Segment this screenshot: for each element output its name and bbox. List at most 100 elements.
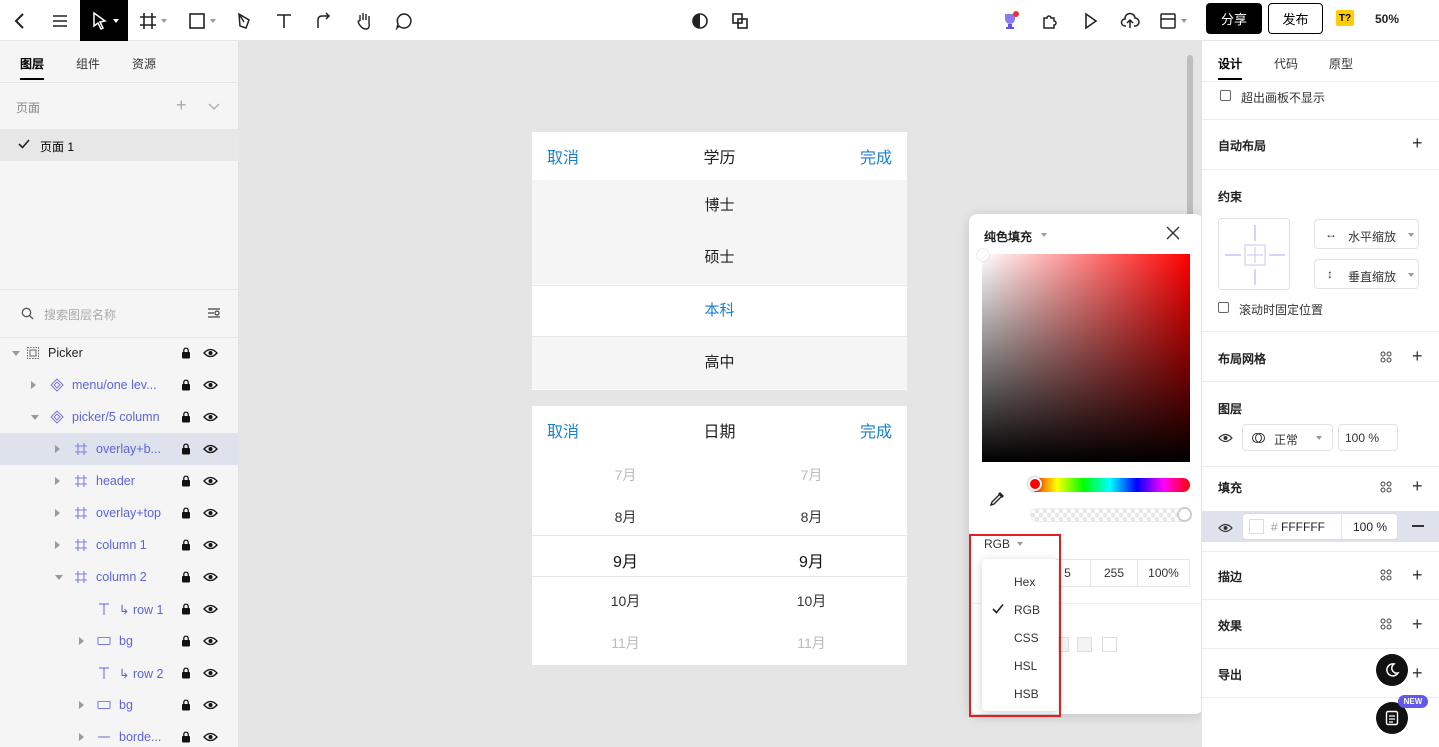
month-option-selected[interactable]: 9月 [718, 548, 905, 572]
constraint-widget[interactable] [1218, 218, 1290, 290]
clip-content-checkbox[interactable] [1220, 90, 1231, 101]
tab-assets[interactable]: 资源 [132, 55, 156, 72]
date-picker[interactable]: 取消 日期 完成 7月 8月 9月 10月 11月 7月 8月 9月 10月 1… [532, 406, 907, 665]
chevron-left-icon[interactable] [2, 0, 38, 41]
eye-icon[interactable] [203, 699, 218, 713]
lock-icon[interactable] [181, 539, 191, 554]
layer-row[interactable]: header [0, 465, 239, 497]
theme-toggle-button[interactable] [1376, 654, 1408, 686]
tab-layers[interactable]: 图层 [20, 55, 44, 72]
add-page-icon[interactable]: + [176, 96, 187, 114]
hamburger-icon[interactable] [42, 0, 78, 41]
expand-right-icon[interactable] [55, 445, 60, 453]
play-button[interactable] [1072, 0, 1108, 41]
layer-row[interactable]: picker/5 column [0, 401, 239, 433]
expand-right-icon[interactable] [31, 381, 36, 389]
stroke-styles-icon[interactable] [1380, 569, 1392, 584]
zoom-level[interactable]: 50% [1375, 12, 1399, 26]
upload-button[interactable] [1112, 0, 1148, 41]
color-swatch[interactable] [1102, 637, 1117, 652]
page-item[interactable]: 页面 1 [0, 129, 239, 161]
lock-icon[interactable] [181, 443, 191, 458]
done-button[interactable]: 完成 [860, 418, 892, 442]
lock-icon[interactable] [181, 635, 191, 650]
mask-button[interactable] [682, 0, 718, 41]
fill-styles-icon[interactable] [1380, 481, 1392, 496]
layer-row[interactable]: borde... [0, 721, 239, 747]
expand-right-icon[interactable] [55, 477, 60, 485]
picker-option[interactable]: 博士 [532, 180, 907, 232]
text-tool-button[interactable] [266, 0, 302, 41]
month-option[interactable]: 8月 [718, 507, 905, 527]
menu-item-hsb[interactable]: HSB [982, 679, 1058, 707]
ai-assistant-button[interactable] [992, 0, 1028, 41]
month-option[interactable]: 7月 [718, 465, 905, 485]
eye-icon[interactable] [203, 411, 218, 425]
add-effect-icon[interactable]: + [1412, 615, 1423, 633]
layout-button[interactable] [1154, 0, 1190, 41]
layer-row[interactable]: ↳ row 1 [0, 593, 239, 625]
frame-tool-button[interactable] [134, 0, 170, 41]
month-option[interactable]: 8月 [532, 507, 719, 527]
pen-tool-button[interactable] [226, 0, 262, 41]
layer-row[interactable]: column 1 [0, 529, 239, 561]
fill-color-input[interactable]: # FFFFFF 100 % [1242, 513, 1398, 540]
expand-right-icon[interactable] [79, 733, 84, 741]
fill-opacity-value[interactable]: 100 % [1353, 520, 1387, 534]
lock-icon[interactable] [181, 475, 191, 490]
lock-icon[interactable] [181, 699, 191, 714]
publish-button[interactable]: 发布 [1268, 3, 1323, 34]
eyedropper-icon[interactable] [989, 490, 1006, 510]
shape-tool-button[interactable] [183, 0, 219, 41]
expand-down-icon[interactable] [55, 575, 63, 580]
layer-opacity-input[interactable]: 100 % [1338, 424, 1398, 451]
eye-icon[interactable] [203, 603, 218, 617]
month-option[interactable]: 11月 [532, 633, 719, 653]
eye-icon[interactable] [203, 539, 218, 553]
lock-icon[interactable] [181, 571, 191, 586]
eye-icon[interactable] [203, 731, 218, 745]
color-picker-handle[interactable] [977, 249, 989, 261]
caret-down-icon[interactable] [1041, 233, 1047, 237]
layer-row[interactable]: ↳ row 2 [0, 657, 239, 689]
layer-row[interactable]: bg [0, 625, 239, 657]
eye-icon[interactable] [203, 635, 218, 649]
done-button[interactable]: 完成 [860, 144, 892, 168]
layer-row[interactable]: column 2 [0, 561, 239, 593]
color-value-field[interactable]: 255 [1090, 559, 1138, 587]
opacity-slider-handle[interactable] [1177, 507, 1192, 522]
chevron-down-icon[interactable] [208, 100, 220, 114]
month-option[interactable]: 10月 [718, 591, 905, 611]
menu-item-css[interactable]: CSS [982, 623, 1058, 651]
close-icon[interactable] [1166, 226, 1180, 243]
tab-design[interactable]: 设计 [1218, 55, 1242, 72]
lock-icon[interactable] [181, 507, 191, 522]
menu-item-hex[interactable]: Hex [982, 567, 1058, 595]
expand-down-icon[interactable] [31, 415, 39, 420]
expand-right-icon[interactable] [55, 541, 60, 549]
eye-icon[interactable] [203, 443, 218, 457]
fill-type-dropdown[interactable]: 纯色填充 [984, 228, 1032, 245]
layer-row[interactable]: overlay+top [0, 497, 239, 529]
picker-option[interactable]: 硕士 [532, 232, 907, 284]
lock-icon[interactable] [181, 347, 191, 362]
remove-fill-icon[interactable] [1412, 525, 1424, 527]
education-picker[interactable]: 取消 学历 完成 博士 硕士 本科 高中 [532, 132, 907, 390]
layer-row[interactable]: menu/one lev... [0, 369, 239, 401]
expand-right-icon[interactable] [55, 509, 60, 517]
add-export-icon[interactable]: + [1412, 664, 1423, 682]
menu-item-rgb[interactable]: RGB [982, 595, 1058, 623]
filter-icon[interactable] [207, 307, 221, 322]
color-swatch[interactable] [1077, 637, 1092, 652]
lock-icon[interactable] [181, 603, 191, 618]
month-option[interactable]: 10月 [532, 591, 719, 611]
month-option[interactable]: 11月 [718, 633, 905, 653]
fill-hex-value[interactable]: FFFFFF [1281, 520, 1325, 534]
eye-icon[interactable] [203, 347, 218, 361]
month-option[interactable]: 7月 [532, 465, 719, 485]
add-auto-layout-icon[interactable]: + [1412, 134, 1423, 152]
fill-color-swatch[interactable] [1249, 519, 1264, 534]
eye-icon[interactable] [203, 571, 218, 585]
comment-tool-button[interactable] [386, 0, 422, 41]
hand-tool-button[interactable] [346, 0, 382, 41]
